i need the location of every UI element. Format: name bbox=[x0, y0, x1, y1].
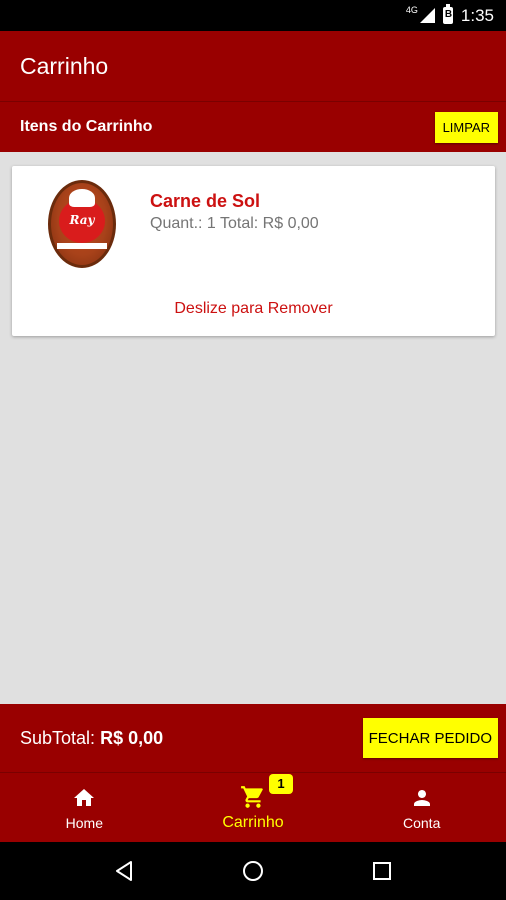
home-circle-icon[interactable] bbox=[233, 851, 273, 891]
item-detail: Quant.: 1 Total: R$ 0,00 bbox=[150, 215, 319, 232]
restaurant-logo: Ray bbox=[48, 180, 116, 268]
item-name: Carne de Sol bbox=[150, 191, 261, 211]
cart-count-badge: 1 bbox=[269, 773, 293, 794]
cart-icon: 1 bbox=[239, 773, 293, 810]
nav-label-cart: Carrinho bbox=[222, 813, 284, 831]
subtotal-label: SubTotal: bbox=[20, 727, 96, 748]
back-icon[interactable] bbox=[104, 851, 144, 891]
cart-item-card[interactable]: Ray Carne de Sol Quant.: 1 Total: R$ 0,0… bbox=[12, 166, 495, 336]
checkout-button[interactable]: FECHAR PEDIDO bbox=[362, 718, 498, 758]
bottom-nav: Home 1 Carrinho Conta bbox=[0, 772, 506, 842]
home-icon bbox=[70, 785, 98, 811]
network-type: 4G bbox=[405, 4, 418, 15]
nav-item-cart[interactable]: 1 Carrinho bbox=[169, 773, 338, 842]
subtotal: SubTotal: R$ 0,00 bbox=[20, 728, 163, 749]
nav-item-home[interactable]: Home bbox=[0, 773, 169, 842]
nav-label-home: Home bbox=[65, 814, 104, 831]
clear-cart-button[interactable]: LIMPAR bbox=[434, 111, 498, 143]
cart-header-title: Itens do Carrinho bbox=[20, 118, 153, 135]
battery-icon: B bbox=[442, 4, 453, 24]
signal-icon bbox=[419, 8, 435, 23]
recents-icon[interactable] bbox=[362, 851, 402, 891]
nav-item-account[interactable]: Conta bbox=[337, 773, 506, 842]
system-nav-bar bbox=[0, 842, 506, 900]
subtotal-value: R$ 0,00 bbox=[100, 727, 164, 748]
nav-label-account: Conta bbox=[403, 814, 441, 831]
swipe-to-remove-hint: Deslize para Remover bbox=[174, 300, 333, 317]
app-bar: Carrinho bbox=[0, 31, 506, 101]
person-icon bbox=[408, 785, 436, 811]
status-bar: 4G B 1:35 bbox=[0, 0, 506, 31]
page-title: Carrinho bbox=[20, 52, 109, 79]
cart-header: Itens do Carrinho LIMPAR bbox=[0, 101, 506, 152]
checkout-bar: SubTotal: R$ 0,00 FECHAR PEDIDO bbox=[0, 704, 506, 772]
status-time: 1:35 bbox=[460, 5, 494, 25]
